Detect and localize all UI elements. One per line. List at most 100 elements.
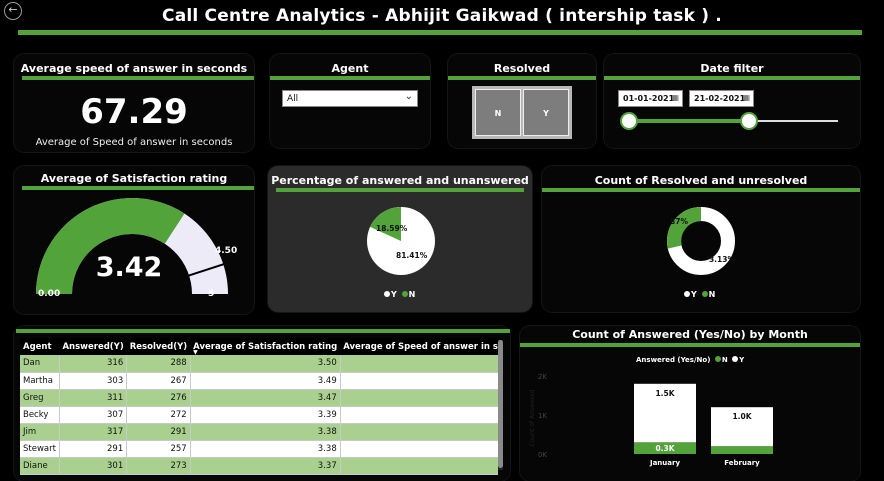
col-speed[interactable]: Average of Speed of answer in seconds — [340, 338, 498, 355]
calendar-icon[interactable]: ▦ — [671, 93, 679, 102]
cell-speed: 66.45 — [340, 457, 498, 475]
cell-answered: 317 — [59, 423, 128, 441]
legend-dot-n — [714, 356, 721, 362]
resolved-y-button[interactable]: Y — [523, 89, 569, 136]
table-row[interactable]: Stewart2912573.3866.98 — [20, 440, 498, 458]
agent-dropdown-value: All — [287, 94, 299, 104]
legend-dot-y — [384, 291, 390, 297]
legend-dot-y — [684, 291, 690, 297]
cell-agent: Greg — [20, 389, 60, 407]
chevron-down-icon: ⌄ — [404, 91, 413, 102]
pie-legend: Y N — [382, 290, 415, 299]
table-row[interactable]: Martha3032673.4969.01 — [20, 372, 498, 390]
cell-answered: 301 — [59, 457, 128, 475]
end-date-value: 21-02-2021 — [694, 94, 746, 103]
y-tick-label: 1K — [538, 412, 547, 420]
bar-legend-y: Y — [739, 356, 745, 364]
table-row[interactable]: Greg3112763.4766.17 — [20, 389, 498, 407]
agent-dropdown[interactable]: All ⌄ — [282, 90, 418, 107]
bar-chart-rule — [520, 343, 860, 347]
kpi-speed-value: 67.29 — [80, 92, 188, 132]
table-rule — [16, 329, 510, 333]
bar-data-label: 1.0K — [732, 412, 752, 421]
cell-agent: Stewart — [20, 440, 60, 458]
cell-answered: 291 — [59, 440, 128, 458]
table-row[interactable]: Becky3072723.3966.51 — [20, 406, 498, 424]
date-filter-rule — [604, 76, 860, 80]
agent-filter-rule — [270, 76, 430, 80]
bar-legend: Answered (Yes/No) N Y — [636, 356, 744, 364]
end-date-input[interactable]: 21-02-2021 ▦ — [689, 90, 754, 107]
pie-rule — [276, 188, 524, 192]
table-header-row: Agent Answered(Y) Resolved(Y) Average of… — [20, 338, 498, 356]
donut-title: Count of Resolved and unresolved — [594, 174, 808, 187]
date-slider-range — [628, 119, 749, 123]
date-slider-start-handle[interactable] — [620, 112, 638, 130]
col-satisfaction-label: Average of Satisfaction rating — [193, 341, 338, 352]
cell-resolved: 272 — [126, 406, 191, 424]
bar-data-label: 1.5K — [655, 389, 675, 398]
col-resolved[interactable]: Resolved(Y) — [126, 338, 191, 355]
cell-satisfaction: 3.47 — [190, 389, 341, 407]
cell-speed: 69.01 — [340, 372, 498, 390]
cell-satisfaction: 3.49 — [190, 372, 341, 390]
gauge-max-label: 5 — [208, 289, 215, 299]
table-scrollbar[interactable] — [498, 340, 503, 470]
agent-table: Agent Answered(Y) Resolved(Y) Average of… — [20, 338, 498, 478]
pie-title: Percentage of answered and unanswered — [271, 174, 529, 187]
cell-speed: 66.29 — [340, 423, 498, 441]
gauge-min-label: 0.00 — [38, 289, 61, 299]
answered-by-month-chart: 0K 1K 2K Count of Answered 0.3K 1.5K January 1.… — [529, 373, 773, 467]
gauge-target-label: 4.50 — [215, 246, 238, 256]
start-date-input[interactable]: 01-01-2021 ▦ — [618, 90, 683, 107]
cell-agent: Becky — [20, 406, 60, 424]
cell-answered: 303 — [59, 372, 128, 390]
col-answered[interactable]: Answered(Y) — [59, 338, 127, 355]
cell-speed: 66.17 — [340, 389, 498, 407]
col-satisfaction[interactable]: Average of Satisfaction rating ▼ — [190, 338, 341, 356]
table-scrollbar-thumb[interactable] — [498, 340, 503, 468]
bar-chart-title: Count of Answered (Yes/No) by Month — [572, 328, 808, 341]
cell-resolved: 267 — [126, 372, 191, 390]
donut-rule — [542, 188, 860, 192]
cell-answered: 311 — [59, 389, 128, 407]
donut-label-n: 26.87% — [670, 217, 688, 226]
kpi-speed-title: Average speed of answer in seconds — [20, 62, 248, 75]
col-agent[interactable]: Agent — [20, 338, 60, 355]
cell-satisfaction: 3.39 — [190, 406, 341, 424]
table-row[interactable]: Diane3012733.3766.45 — [20, 457, 498, 475]
cell-satisfaction: 3.38 — [190, 440, 341, 458]
donut-legend-y: Y — [691, 290, 697, 299]
resolved-filter-title: Resolved — [493, 62, 551, 75]
y-tick-label: 0K — [538, 451, 547, 459]
resolved-n-button[interactable]: N — [475, 89, 521, 136]
table-row[interactable]: Dan3162883.5065.58 — [20, 355, 498, 373]
date-slider-end-handle[interactable] — [740, 112, 758, 130]
pie-legend-y: Y — [391, 290, 397, 299]
legend-dot-n — [701, 291, 708, 297]
cell-resolved: 273 — [126, 457, 191, 475]
table-row[interactable]: Jim3172913.3866.29 — [20, 423, 498, 441]
bar-n-february — [711, 446, 773, 454]
x-category-label: February — [724, 459, 760, 467]
donut-slice-n — [667, 207, 701, 249]
page-title: Call Centre Analytics - Abhijit Gaikwad … — [162, 6, 722, 26]
y-tick-label: 2K — [538, 373, 547, 381]
kpi-speed-subtitle: Average of Speed of answer in seconds — [35, 137, 233, 148]
title-divider — [18, 30, 862, 35]
cell-answered: 307 — [59, 406, 128, 424]
cell-agent: Diane — [20, 457, 60, 475]
bar-data-label: 0.3K — [655, 444, 675, 453]
agent-filter-title: Agent — [331, 62, 369, 75]
kpi-speed-rule — [22, 76, 254, 80]
gauge-value: 3.42 — [95, 252, 163, 283]
calendar-icon[interactable]: ▦ — [742, 93, 750, 102]
donut-legend: Y N — [682, 290, 715, 299]
gauge-title: Average of Satisfaction rating — [40, 172, 228, 185]
cell-agent: Jim — [20, 423, 60, 441]
cell-answered: 316 — [59, 355, 128, 373]
bar-legend-title: Answered (Yes/No) — [636, 356, 711, 364]
answered-pie-chart — [367, 207, 435, 275]
cell-speed: 66.51 — [340, 406, 498, 424]
pie-label-n: 18.59% — [376, 224, 408, 233]
